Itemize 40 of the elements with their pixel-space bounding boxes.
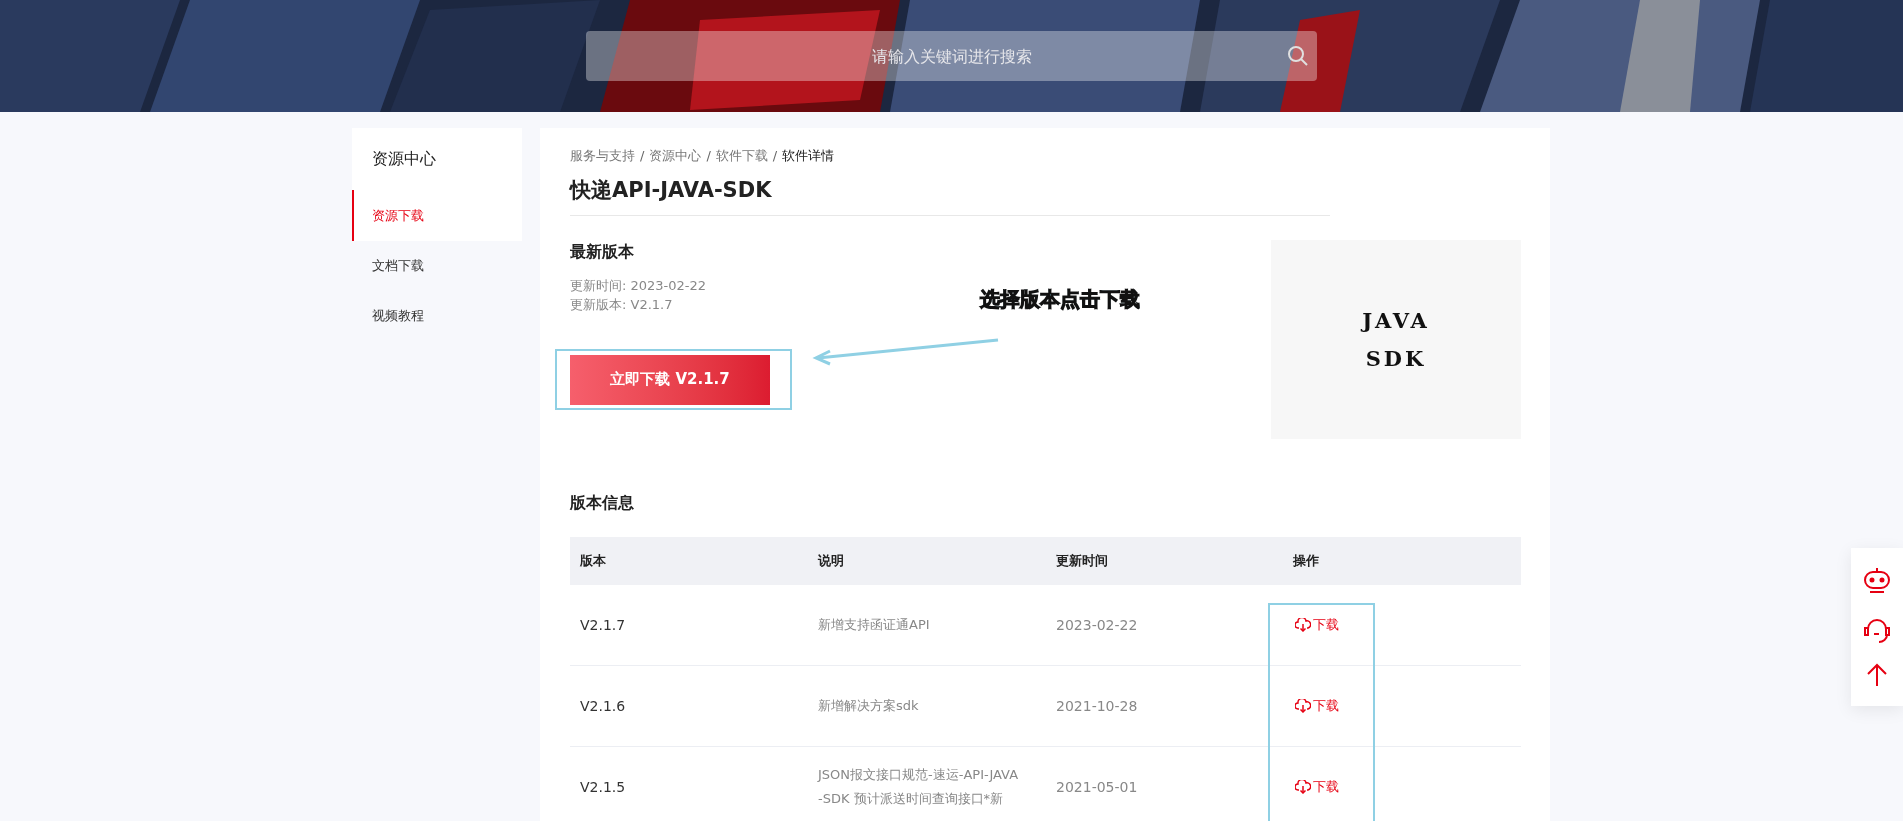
- column-header: 操作: [1293, 552, 1320, 571]
- annotation-text: 选择版本点击下载: [980, 286, 1140, 313]
- table-cell-text: V2.1.6: [580, 696, 627, 716]
- download-link[interactable]: 下载: [1293, 777, 1521, 797]
- cloud-download-icon: [1295, 699, 1311, 713]
- table-cell-text: V2.1.7: [580, 615, 627, 635]
- logo-text: SDK: [1365, 344, 1427, 373]
- table-cell-text: 新增支持函证通API: [818, 616, 931, 634]
- download-button[interactable]: 立即下载 V2.1.7: [570, 354, 770, 405]
- column-header: 说明: [818, 552, 845, 571]
- breadcrumb-separator: /: [706, 147, 711, 166]
- search-icon[interactable]: [1287, 45, 1309, 67]
- breadcrumb-link[interactable]: 资源中心: [649, 146, 702, 166]
- download-link[interactable]: 下载: [1293, 615, 1521, 635]
- logo-text: JAVA: [1362, 306, 1430, 335]
- table-cell-text: 2021-05-01: [1056, 777, 1139, 797]
- sidebar-item[interactable]: 文档下载: [352, 241, 522, 291]
- update-time: 更新时间: 2023-02-22: [570, 277, 708, 295]
- table-cell-text: 2021-10-28: [1056, 696, 1139, 716]
- table-cell-text: 2023-02-22: [1056, 615, 1139, 635]
- page-title: 快递API-JAVA-SDK: [570, 177, 772, 204]
- table-cell-text: JSON报文接口规范-速运-API-JAVA-SDK 预计派送时间查询接口*新: [818, 766, 1020, 808]
- table-cell-text: V2.1.5: [580, 777, 627, 797]
- robot-icon[interactable]: [1862, 566, 1892, 596]
- breadcrumb-link[interactable]: 软件下载: [715, 146, 768, 166]
- sidebar-title: 资源中心: [371, 148, 437, 170]
- section-heading: 最新版本: [570, 241, 634, 263]
- download-link[interactable]: 下载: [1293, 696, 1521, 716]
- sidebar-item[interactable]: 视频教程: [352, 291, 522, 341]
- table-cell-text: 新增解决方案sdk: [818, 697, 920, 715]
- breadcrumb-current: 软件详情: [782, 147, 835, 166]
- breadcrumb-separator: /: [772, 147, 778, 166]
- cloud-download-icon: [1295, 618, 1311, 632]
- column-header: 版本: [580, 552, 607, 571]
- cloud-download-icon: [1295, 780, 1311, 794]
- update-version: 更新版本: V2.1.7: [570, 296, 674, 314]
- breadcrumb-link[interactable]: 服务与支持: [570, 146, 635, 166]
- breadcrumb-separator: /: [640, 147, 645, 166]
- column-header: 更新时间: [1056, 552, 1109, 571]
- section-heading: 版本信息: [570, 492, 634, 514]
